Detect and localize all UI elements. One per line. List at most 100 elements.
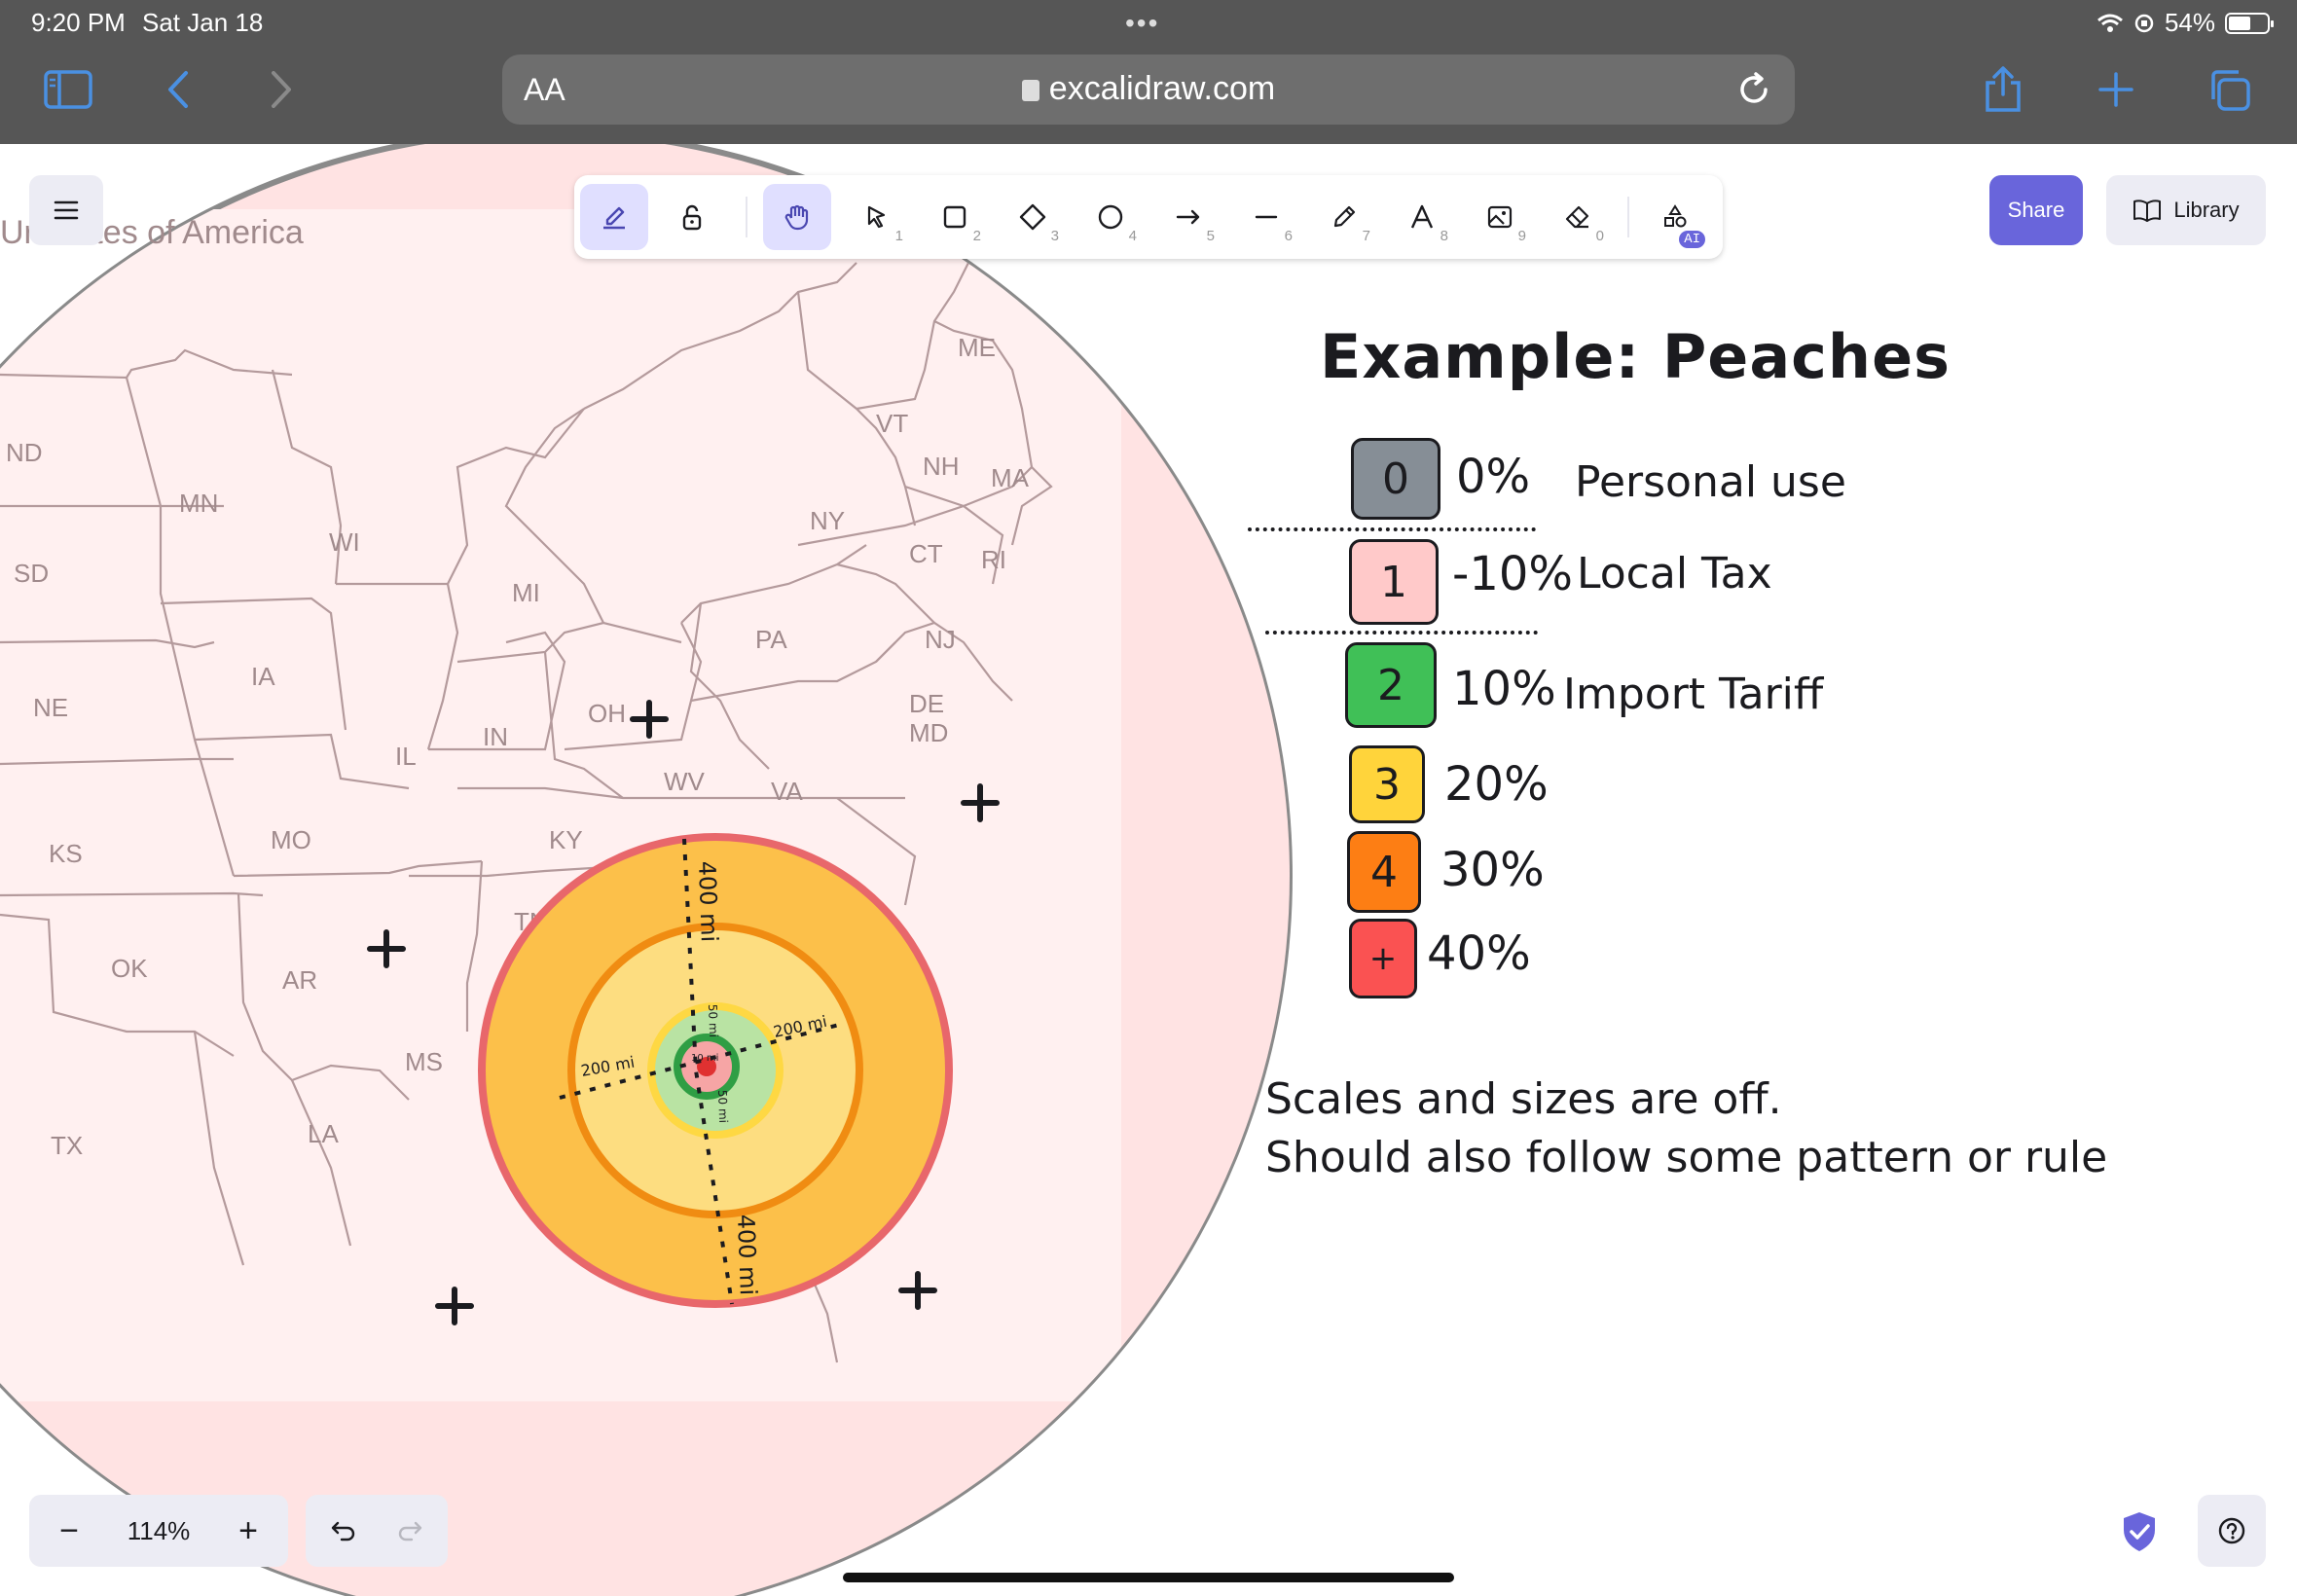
toolbar-divider xyxy=(746,197,747,237)
sidebar-icon[interactable] xyxy=(41,62,95,117)
wifi-icon xyxy=(2096,14,2123,32)
tool-text[interactable]: 8 xyxy=(1388,184,1456,250)
dotted-divider-2[interactable] xyxy=(1265,631,1538,635)
reload-icon[interactable] xyxy=(1734,70,1773,109)
state-label-KY: KY xyxy=(549,825,583,854)
swatch-4[interactable]: 4 xyxy=(1347,831,1421,913)
redo-button[interactable] xyxy=(383,1505,436,1557)
undo-button[interactable] xyxy=(317,1505,370,1557)
library-button[interactable]: Library xyxy=(2106,175,2266,245)
home-indicator[interactable] xyxy=(843,1573,1454,1582)
state-label-NE: NE xyxy=(33,693,68,722)
state-label-WV: WV xyxy=(664,767,706,796)
drawing-canvas[interactable]: Ur States of America ME VT NH MA NY CT R… xyxy=(0,144,2297,1596)
map-drawing[interactable]: Ur States of America ME VT NH MA NY CT R… xyxy=(0,144,2297,1596)
shortcut-6: 6 xyxy=(1284,228,1293,244)
tool-line[interactable]: 6 xyxy=(1232,184,1300,250)
state-label-DE: DE xyxy=(909,689,944,718)
state-label-ME: ME xyxy=(958,333,996,362)
book-icon xyxy=(2133,200,2162,222)
state-label-OH: OH xyxy=(588,699,626,728)
swatch-0[interactable]: 0 xyxy=(1351,438,1440,520)
rectangle-icon xyxy=(943,205,966,229)
tool-extra-shapes[interactable]: AI xyxy=(1641,184,1709,250)
tool-lock[interactable] xyxy=(658,184,726,250)
legend-pct-0[interactable]: 0% xyxy=(1456,450,1530,504)
tool-image[interactable]: 9 xyxy=(1466,184,1534,250)
address-bar[interactable]: AA excalidraw.com xyxy=(502,54,1795,125)
legend-desc-1[interactable]: Local Tax xyxy=(1577,549,1772,598)
label-400mi-top: 400 mi xyxy=(693,860,723,942)
battery-percent: 54% xyxy=(2164,8,2215,37)
state-label-IN: IN xyxy=(483,722,508,751)
orientation-lock-icon xyxy=(2134,14,2154,32)
unlock-icon xyxy=(682,204,702,231)
swatch-plus[interactable]: + xyxy=(1349,919,1417,998)
state-label-NH: NH xyxy=(923,452,960,481)
state-label-WI: WI xyxy=(329,527,360,557)
share-button[interactable]: Share xyxy=(1989,175,2083,245)
zoom-level[interactable]: 114% xyxy=(107,1516,210,1546)
tool-palette: 1 2 3 4 5 6 7 8 9 0 AI xyxy=(574,175,1723,259)
legend-pct-1[interactable]: -10% xyxy=(1452,547,1573,601)
tabs-icon[interactable] xyxy=(2202,62,2256,117)
eraser-icon xyxy=(1565,205,1589,229)
legend-pct-2[interactable]: 10% xyxy=(1452,662,1556,716)
tool-eraser[interactable]: 0 xyxy=(1544,184,1612,250)
legend-desc-0[interactable]: Personal use xyxy=(1575,457,1846,507)
multitasking-dots[interactable]: ••• xyxy=(1125,8,1159,39)
swatch-2[interactable]: 2 xyxy=(1345,642,1437,728)
forward-icon[interactable] xyxy=(255,62,310,117)
state-label-SD: SD xyxy=(14,559,49,588)
shortcut-4: 4 xyxy=(1128,228,1137,244)
tool-diamond[interactable]: 3 xyxy=(999,184,1067,250)
main-menu-button[interactable] xyxy=(29,175,103,245)
tool-draw[interactable]: 7 xyxy=(1310,184,1378,250)
swatch-3[interactable]: 3 xyxy=(1349,745,1425,823)
swatch-1[interactable]: 1 xyxy=(1349,539,1439,625)
tool-ellipse[interactable]: 4 xyxy=(1076,184,1145,250)
help-icon xyxy=(2218,1517,2245,1544)
pen-mode-icon xyxy=(603,206,625,230)
hamburger-icon xyxy=(54,200,79,220)
label-10mi: 10 mi xyxy=(691,1053,718,1064)
history-controls xyxy=(306,1495,448,1567)
arrow-icon xyxy=(1176,209,1200,225)
tool-arrow[interactable]: 5 xyxy=(1154,184,1222,250)
share-icon[interactable] xyxy=(1976,62,2030,117)
legend-desc-2[interactable]: Import Tariff xyxy=(1563,670,1823,719)
encryption-shield-icon[interactable] xyxy=(2120,1510,2159,1553)
dotted-divider-1[interactable] xyxy=(1248,527,1536,531)
state-label-VT: VT xyxy=(876,409,908,438)
note-line-2[interactable]: Should also follow some pattern or rule xyxy=(1265,1133,2107,1182)
zoom-out-button[interactable]: − xyxy=(43,1505,95,1557)
state-label-MS: MS xyxy=(405,1047,443,1076)
legend-pct-4[interactable]: 30% xyxy=(1440,843,1545,897)
status-right: 54% xyxy=(2096,8,2274,38)
tool-rectangle[interactable]: 2 xyxy=(921,184,989,250)
url-text[interactable]: excalidraw.com xyxy=(502,70,1795,108)
state-label-CT: CT xyxy=(909,539,943,568)
tool-selection[interactable]: 1 xyxy=(843,184,911,250)
status-date: Sat Jan 18 xyxy=(142,8,264,37)
help-button[interactable] xyxy=(2198,1495,2266,1567)
tariff-rings[interactable]: 400 mi 400 mi 200 mi 200 mi 50 mi 50 mi … xyxy=(478,833,953,1308)
legend-pct-3[interactable]: 20% xyxy=(1444,757,1549,812)
state-label-PA: PA xyxy=(755,625,787,654)
diamond-icon xyxy=(1019,203,1046,231)
image-icon xyxy=(1487,205,1513,229)
back-icon[interactable] xyxy=(150,62,204,117)
shortcut-5: 5 xyxy=(1206,228,1215,244)
shortcut-0: 0 xyxy=(1595,228,1604,244)
state-label-OK: OK xyxy=(111,954,148,983)
tool-pen-mode[interactable] xyxy=(580,184,648,250)
legend-title[interactable]: Example: Peaches xyxy=(1320,321,1951,392)
state-label-IA: IA xyxy=(251,662,275,691)
note-line-1[interactable]: Scales and sizes are off. xyxy=(1265,1074,1782,1124)
legend-pct-5[interactable]: 40% xyxy=(1427,926,1531,981)
zoom-in-button[interactable]: + xyxy=(222,1505,274,1557)
state-label-MD: MD xyxy=(909,718,948,747)
tool-hand[interactable] xyxy=(763,184,831,250)
new-tab-icon[interactable] xyxy=(2089,62,2143,117)
label-50mi-top: 50 mi xyxy=(706,1004,720,1038)
